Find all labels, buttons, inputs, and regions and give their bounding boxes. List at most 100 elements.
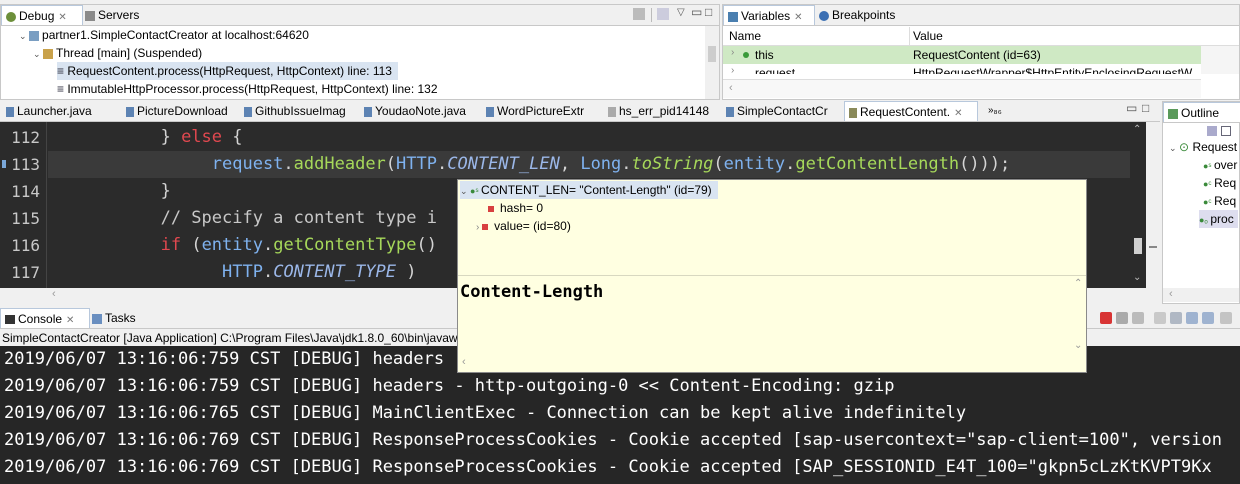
- console-launch-info: SimpleContactCreator [Java Application] …: [2, 331, 480, 345]
- stack-frame-icon: ≡: [57, 64, 68, 78]
- close-icon[interactable]: ✕: [58, 12, 66, 23]
- close-icon[interactable]: ✕: [794, 12, 802, 23]
- remove-launch-icon[interactable]: [1116, 312, 1128, 324]
- scrollbar[interactable]: [705, 26, 719, 99]
- scroll-lock-icon[interactable]: [1170, 312, 1182, 324]
- line-number: 117: [11, 263, 40, 282]
- stack-frame[interactable]: ≡ ImmutableHttpProcessor.process(HttpReq…: [57, 80, 438, 98]
- clear-console-icon[interactable]: [1154, 312, 1166, 324]
- scrollbar[interactable]: [1201, 46, 1239, 74]
- code-line: } else {: [48, 127, 243, 147]
- expand-arrow-icon[interactable]: ›: [731, 65, 734, 74]
- static-field-icon: ●ˢ: [470, 186, 482, 196]
- stack-frame-icon: ≡: [57, 82, 68, 96]
- tab-launcher[interactable]: Launcher.java: [2, 101, 124, 121]
- tab-outline[interactable]: Outline: [1163, 102, 1240, 122]
- popup-horizontal-scrollbar[interactable]: ‹: [458, 356, 1072, 372]
- tab-variables[interactable]: Variables ✕: [723, 5, 815, 25]
- maximize-icon[interactable]: □: [705, 5, 712, 19]
- minimize-icon[interactable]: ▭: [691, 5, 702, 19]
- popup-tree-item[interactable]: hash= 0: [488, 199, 543, 217]
- outline-item[interactable]: ●ˢ over: [1203, 156, 1237, 174]
- variable-row[interactable]: › request HttpRequestWrapper$HttpEntityE…: [723, 64, 1201, 74]
- remove-terminated-icon[interactable]: [633, 8, 645, 20]
- console-line: 2019/06/07 13:16:06:759 CST [DEBUG] head…: [4, 349, 455, 369]
- code-line: HTTP.CONTENT_TYPE ): [222, 262, 417, 282]
- terminate-icon[interactable]: [1100, 312, 1112, 324]
- expand-arrow-icon[interactable]: ⌄: [33, 49, 43, 59]
- more-tabs-button[interactable]: »₈₆: [984, 101, 1018, 121]
- tab-hs-err[interactable]: hs_err_pid14148: [604, 101, 724, 121]
- close-icon[interactable]: ✕: [66, 315, 74, 326]
- close-icon[interactable]: ✕: [954, 108, 962, 119]
- java-file-icon: [486, 106, 494, 117]
- tab-debug[interactable]: Debug ✕: [1, 5, 83, 25]
- column-header-value[interactable]: Value: [913, 29, 943, 43]
- collapse-all-icon[interactable]: [1221, 126, 1231, 136]
- minimize-icon[interactable]: ▭: [1126, 101, 1137, 115]
- variables-icon: [728, 11, 738, 22]
- method-icon: ●ₒ: [1199, 215, 1211, 225]
- tab-breakpoints[interactable]: Breakpoints: [815, 5, 905, 25]
- outline-item-selected[interactable]: ●ₒ proc: [1199, 210, 1238, 228]
- popup-detail-text: Content-Length: [460, 282, 604, 302]
- variables-tabbar: Variables ✕ Breakpoints: [723, 5, 1239, 26]
- variable-row[interactable]: › this RequestContent (id=63): [723, 46, 1201, 64]
- word-wrap-icon[interactable]: [1186, 312, 1198, 324]
- outline-item[interactable]: ●ᶜ Req: [1203, 192, 1236, 210]
- field-icon: ●ˢ: [1203, 161, 1214, 171]
- detail-pane-scrollbar[interactable]: ‹: [723, 79, 1201, 98]
- constructor-icon: ●ᶜ: [1203, 179, 1215, 189]
- editor-tabbar: Launcher.java PictureDownload GithubIssu…: [0, 101, 1160, 122]
- tab-console[interactable]: Console ✕: [0, 308, 90, 328]
- popup-tree-scrollbar[interactable]: [1072, 180, 1086, 274]
- expand-arrow-icon[interactable]: ⌄: [19, 31, 29, 41]
- expand-arrow-icon[interactable]: ›: [731, 47, 734, 58]
- popup-tree-item[interactable]: › value= (id=80): [476, 217, 571, 235]
- debug-thread-item[interactable]: ⌄ Thread [main] (Suspended): [33, 44, 202, 62]
- tab-word-picture[interactable]: WordPictureExtr: [482, 101, 606, 121]
- tab-picture-download[interactable]: PictureDownload: [122, 101, 242, 121]
- class-file-icon: [849, 107, 857, 118]
- tab-github-issue[interactable]: GithubIssueImag: [240, 101, 362, 121]
- sort-icon[interactable]: [1207, 126, 1217, 136]
- remove-all-icon[interactable]: [1132, 312, 1144, 324]
- tab-servers[interactable]: Servers: [81, 5, 155, 25]
- popup-tree-root[interactable]: ⌄ ●ˢ CONTENT_LEN= "Content-Length" (id=7…: [460, 181, 718, 199]
- text-file-icon: [608, 106, 616, 117]
- debug-tabbar: Debug ✕ Servers ▽ ▭ □: [1, 5, 719, 26]
- collapse-all-icon[interactable]: [657, 8, 669, 20]
- console-line: 2019/06/07 13:16:06:769 CST [DEBUG] Resp…: [4, 430, 1222, 450]
- java-file-icon: [244, 106, 252, 117]
- tasks-icon: [92, 313, 102, 324]
- outline-item-class[interactable]: ⌄ ⊙ Request: [1169, 138, 1237, 156]
- pin-console-icon[interactable]: [1202, 312, 1214, 324]
- variable-hover-popup[interactable]: ⌄ ●ˢ CONTENT_LEN= "Content-Length" (id=7…: [457, 179, 1087, 373]
- vertical-scrollbar[interactable]: ⌃ ⌄: [1130, 122, 1146, 288]
- servers-icon: [85, 10, 95, 21]
- java-file-icon: [364, 106, 372, 117]
- tab-tasks[interactable]: Tasks: [88, 308, 152, 328]
- debug-bug-icon: [6, 11, 16, 22]
- outline-view: Outline ⌄ ⊙ Request ●ˢ over ●ᶜ Req ●ᶜ Re…: [1162, 101, 1240, 304]
- expand-arrow-icon[interactable]: ⌄: [1169, 143, 1179, 153]
- stack-frame-selected[interactable]: ≡ RequestContent.process(HttpRequest, Ht…: [57, 62, 398, 80]
- tab-request-content[interactable]: RequestContent. ✕: [844, 101, 978, 121]
- outline-item[interactable]: ●ᶜ Req: [1203, 174, 1236, 192]
- thread-icon: [43, 48, 54, 59]
- horizontal-scrollbar[interactable]: ‹: [1163, 288, 1239, 302]
- popup-detail-scrollbar[interactable]: ⌃ ⌄: [1072, 278, 1086, 354]
- open-console-icon[interactable]: [1220, 312, 1232, 324]
- tab-youdao-note[interactable]: YoudaoNote.java: [360, 101, 484, 121]
- column-header-name[interactable]: Name: [729, 29, 761, 43]
- expand-arrow-icon[interactable]: ⌄: [460, 186, 470, 196]
- line-number: 113: [11, 155, 40, 174]
- console-line: 2019/06/07 13:16:06:765 CST [DEBUG] Main…: [4, 403, 967, 423]
- view-menu-icon[interactable]: ▽: [677, 7, 685, 18]
- private-final-field-icon: [482, 223, 489, 230]
- java-file-icon: [726, 106, 734, 117]
- debug-launch-item[interactable]: ⌄ partner1.SimpleContactCreator at local…: [19, 26, 309, 44]
- tab-simple-contact[interactable]: SimpleContactCr: [722, 101, 846, 121]
- maximize-icon[interactable]: □: [1142, 101, 1149, 115]
- console-line: 2019/06/07 13:16:06:769 CST [DEBUG] Resp…: [4, 457, 1212, 477]
